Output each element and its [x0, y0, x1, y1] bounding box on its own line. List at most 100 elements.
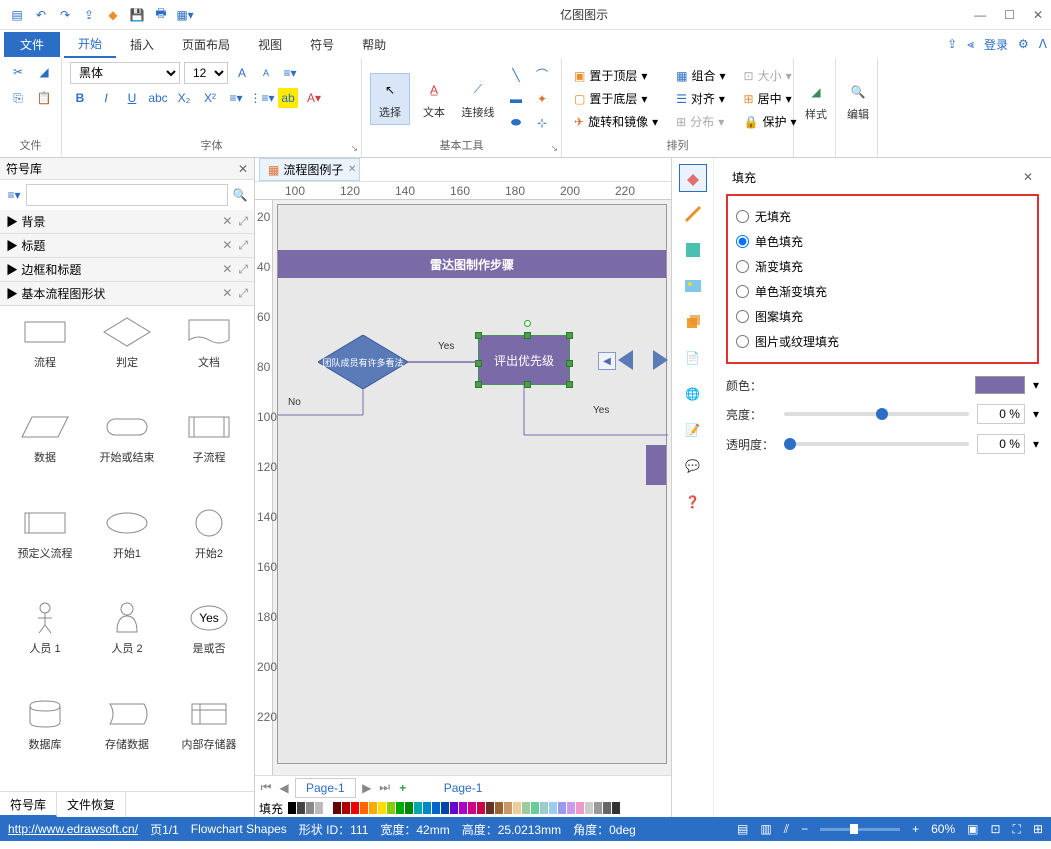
view-mode-3-icon[interactable]: ⫽ — [784, 822, 789, 837]
tools-group-launcher[interactable]: ↘ — [550, 143, 558, 154]
shape-diamond[interactable]: 判定 — [90, 314, 164, 401]
color-swatch[interactable] — [504, 802, 512, 814]
close-fill-panel-icon[interactable]: ✕ — [1023, 170, 1033, 184]
highlight-icon[interactable]: ab — [278, 88, 298, 108]
cut-icon[interactable]: ✂ — [8, 62, 28, 82]
file-menu[interactable]: 文件 — [4, 32, 60, 57]
page-prev-icon[interactable]: ◀ — [277, 781, 291, 795]
color-swatch[interactable] — [486, 802, 494, 814]
arc-icon[interactable]: ⌒ — [532, 65, 552, 85]
color-swatch[interactable] — [558, 802, 566, 814]
picture-tab-icon[interactable] — [679, 272, 707, 300]
color-swatch[interactable] — [333, 802, 341, 814]
view-mode-2-icon[interactable]: ▥ — [760, 822, 771, 836]
save-icon[interactable]: 💾 — [128, 6, 146, 24]
shape-predef[interactable]: 预定义流程 — [8, 505, 82, 592]
expand-cat-icon[interactable]: ⤢ — [238, 214, 248, 229]
add-page-icon[interactable]: + — [396, 781, 410, 795]
tab-library[interactable]: 符号库 — [0, 792, 57, 817]
rotate-button[interactable]: ✈旋转和镜像▾ — [570, 111, 662, 132]
tab-view[interactable]: 视图 — [244, 32, 296, 57]
increase-font-icon[interactable]: A — [232, 63, 252, 83]
help-tab-icon[interactable]: ❓ — [679, 488, 707, 516]
undo-icon[interactable]: ↶ — [32, 6, 50, 24]
page-next-icon[interactable]: ▶ — [360, 781, 374, 795]
opacity-value[interactable]: 0 % — [977, 434, 1025, 454]
close-button[interactable]: ✕ — [1033, 8, 1043, 22]
subscript-icon[interactable]: X₂ — [174, 88, 194, 108]
shape-person2[interactable]: 人员 2 — [90, 600, 164, 687]
color-swatch[interactable] — [360, 802, 368, 814]
shape-para[interactable]: 数据 — [8, 409, 82, 496]
color-swatch[interactable] — [540, 802, 548, 814]
fill-tab-icon[interactable] — [679, 164, 707, 192]
align-button[interactable]: ☰对齐▾ — [672, 88, 729, 109]
shape-yesno[interactable]: Yes是或否 — [172, 600, 246, 687]
category-title[interactable]: ▶ 标题✕⤢ — [0, 234, 254, 258]
export-icon[interactable]: ⇪ — [80, 6, 98, 24]
color-swatch[interactable] — [549, 802, 557, 814]
numbering-icon[interactable]: ⋮≡▾ — [252, 88, 272, 108]
color-swatch[interactable] — [585, 802, 593, 814]
font-size-select[interactable]: 12 — [184, 62, 228, 84]
strike-icon[interactable]: abc — [148, 88, 168, 108]
shape-round[interactable]: 开始或结束 — [90, 409, 164, 496]
print-icon[interactable]: 🖶 — [152, 6, 170, 24]
bullets-icon[interactable]: ≡▾ — [226, 88, 246, 108]
close-doc-icon[interactable]: ✕ — [348, 164, 356, 175]
paste-icon[interactable]: 📋 — [34, 88, 54, 108]
category-flowchart[interactable]: ▶ 基本流程图形状✕⤢ — [0, 282, 254, 306]
filter-icon[interactable]: ≡▾ — [4, 185, 24, 205]
fit-page-icon[interactable]: ▣ — [967, 822, 978, 836]
bring-front-button[interactable]: ▣置于顶层▾ — [570, 65, 662, 86]
connector-arrow-left[interactable]: ◀ — [598, 352, 616, 370]
shape-doc[interactable]: 文档 — [172, 314, 246, 401]
bold-icon[interactable]: B — [70, 88, 90, 108]
rect-shape-icon[interactable]: ▬ — [506, 89, 526, 109]
shape-intstore[interactable]: 内部存储器 — [172, 696, 246, 783]
social-icon[interactable]: ⪡ — [967, 37, 974, 52]
color-swatch[interactable] — [423, 802, 431, 814]
font-family-select[interactable]: 黑体 — [70, 62, 180, 84]
view-mode-1-icon[interactable]: ▤ — [737, 822, 748, 836]
shape-subrect[interactable]: 子流程 — [172, 409, 246, 496]
zoom-in-icon[interactable]: + — [912, 822, 919, 836]
brightness-slider[interactable] — [784, 412, 969, 416]
color-swatch[interactable] — [297, 802, 305, 814]
color-swatch[interactable] — [315, 802, 323, 814]
copy-icon[interactable]: ⎘ — [8, 88, 28, 108]
send-back-button[interactable]: ▢置于底层▾ — [570, 88, 662, 109]
center-button[interactable]: ⊞居中▾ — [740, 88, 801, 109]
text-tab-icon[interactable]: 📄 — [679, 344, 707, 372]
color-swatch[interactable] — [468, 802, 476, 814]
superscript-icon[interactable]: X² — [200, 88, 220, 108]
search-icon[interactable]: 🔍 — [230, 185, 250, 205]
website-link[interactable]: http://www.edrawsoft.cn/ — [8, 822, 138, 836]
color-swatch[interactable] — [387, 802, 395, 814]
opacity-slider[interactable] — [784, 442, 969, 446]
color-swatch[interactable] — [477, 802, 485, 814]
color-swatch[interactable] — [306, 802, 314, 814]
tab-symbol[interactable]: 符号 — [296, 32, 348, 57]
category-background[interactable]: ▶ 背景✕⤢ — [0, 210, 254, 234]
selected-process-shape[interactable]: 评出优先级 — [478, 335, 570, 385]
color-swatch[interactable] — [522, 802, 530, 814]
page-first-icon[interactable]: ⏮ — [259, 780, 273, 795]
color-swatch[interactable] — [567, 802, 575, 814]
line-spacing-icon[interactable]: ≡▾ — [280, 63, 300, 83]
color-swatch[interactable] — [405, 802, 413, 814]
color-swatch[interactable] — [531, 802, 539, 814]
font-group-launcher[interactable]: ↘ — [350, 143, 358, 154]
underline-icon[interactable]: U — [122, 88, 142, 108]
fill-option[interactable]: 渐变填充 — [734, 254, 1031, 279]
tab-recovery[interactable]: 文件恢复 — [57, 792, 126, 817]
maximize-button[interactable]: ☐ — [1004, 8, 1015, 22]
shadow-tab-icon[interactable] — [679, 236, 707, 264]
comment-tab-icon[interactable]: 💬 — [679, 452, 707, 480]
new-doc-icon[interactable]: ▤ — [8, 6, 26, 24]
tab-help[interactable]: 帮助 — [348, 32, 400, 57]
color-swatch[interactable] — [513, 802, 521, 814]
line-icon[interactable]: ╲ — [506, 65, 526, 85]
color-swatch[interactable] — [324, 802, 332, 814]
shapes-icon[interactable]: ◆ — [104, 6, 122, 24]
